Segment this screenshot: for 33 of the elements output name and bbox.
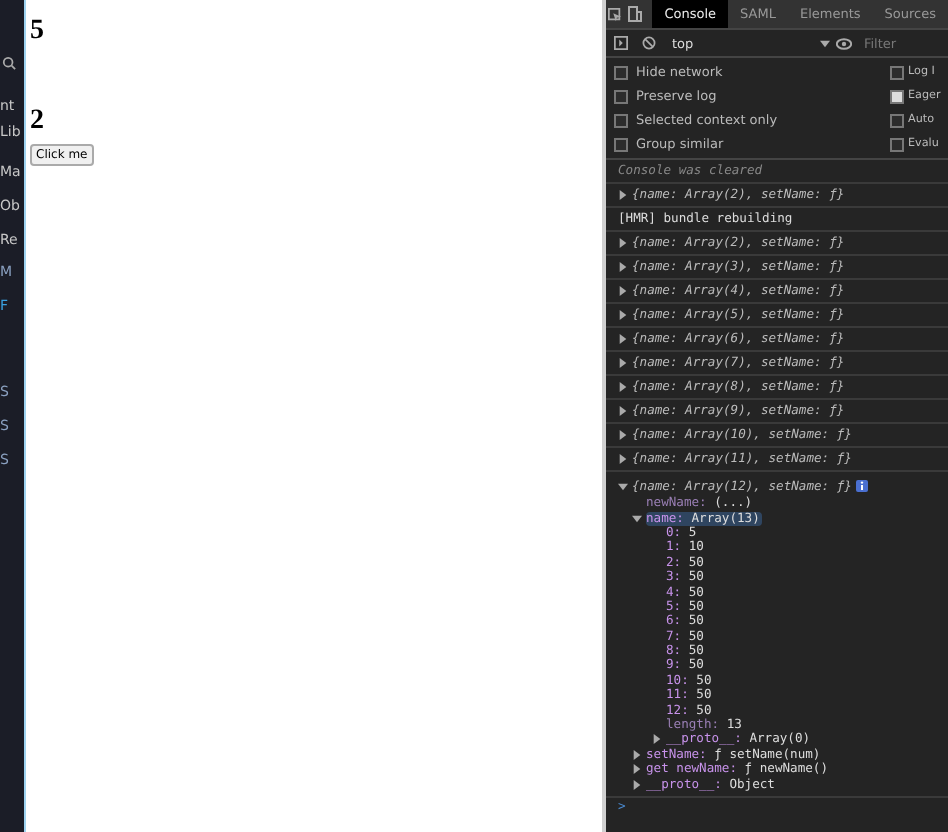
expanded-arrow-icon[interactable] (618, 481, 628, 491)
collapsed-arrow-icon[interactable] (618, 310, 628, 320)
collapsed-arrow-icon[interactable] (618, 334, 628, 344)
collapsed-arrow-icon[interactable] (618, 406, 628, 416)
collapsed-arrow-icon[interactable] (632, 779, 642, 790)
collapsed-arrow-icon[interactable] (618, 382, 628, 392)
collapsed-arrow-icon[interactable] (618, 454, 628, 464)
eye-icon[interactable] (833, 37, 856, 49)
sidebar-toggle-icon[interactable] (610, 36, 633, 50)
collapsed-arrow-icon[interactable] (618, 190, 628, 200)
collapsed-arrow-icon[interactable] (632, 764, 642, 775)
checkbox[interactable] (614, 65, 628, 79)
checkbox[interactable] (890, 65, 904, 79)
caret-icon[interactable] (819, 39, 829, 47)
collapsed-arrow-icon[interactable] (618, 238, 628, 248)
search-icon[interactable] (2, 56, 16, 70)
collapsed-arrow-icon[interactable] (652, 734, 662, 745)
collapsed-arrow-icon[interactable] (618, 286, 628, 296)
checkbox[interactable] (890, 89, 904, 103)
checkbox[interactable] (614, 113, 628, 127)
checkbox[interactable] (614, 137, 628, 151)
collapsed-arrow-icon[interactable] (618, 430, 628, 440)
info-icon[interactable] (855, 480, 868, 492)
collapsed-arrow-icon[interactable] (618, 358, 628, 368)
checkbox[interactable] (890, 113, 904, 127)
expanded-arrow-icon[interactable] (632, 513, 642, 524)
collapsed-arrow-icon[interactable] (618, 262, 628, 272)
counter-value: 5 (30, 16, 44, 48)
collapsed-arrow-icon[interactable] (632, 749, 642, 760)
counter-value: 2 (30, 106, 44, 138)
device-icon[interactable] (625, 0, 646, 28)
checkbox[interactable] (614, 89, 628, 103)
checkbox[interactable] (890, 137, 904, 151)
